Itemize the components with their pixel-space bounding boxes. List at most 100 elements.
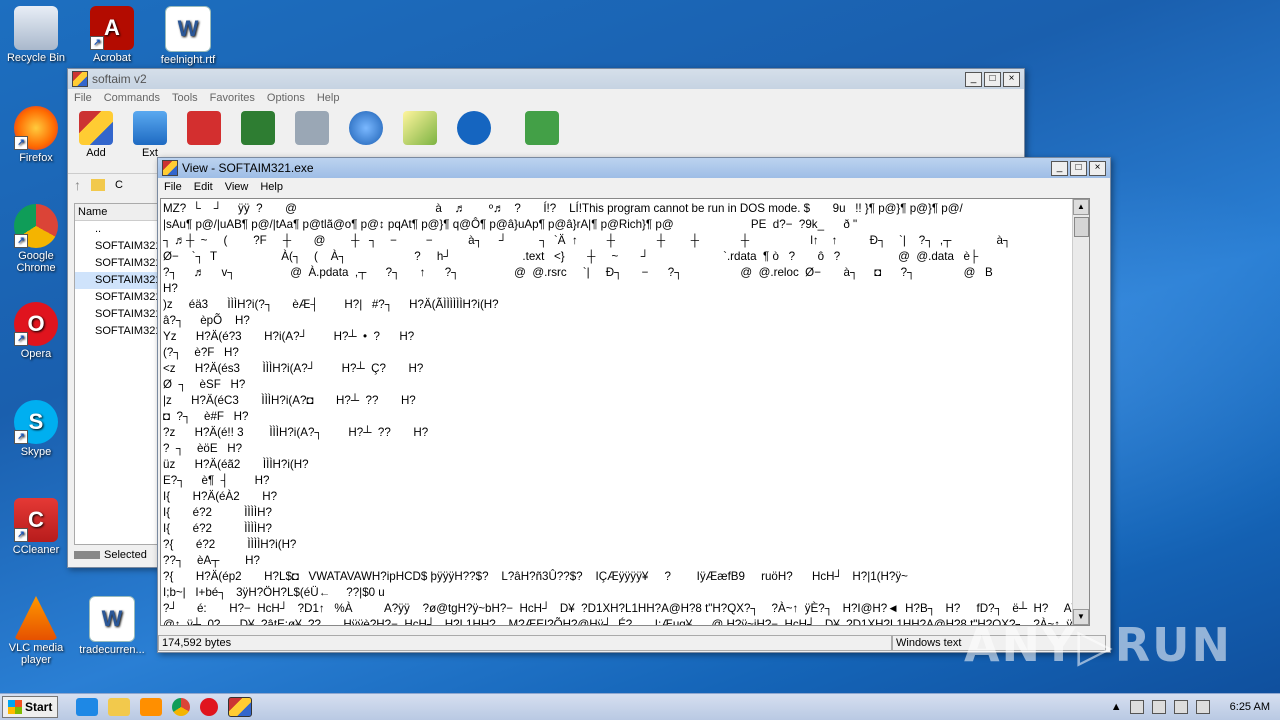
address-bar: ↑ C (74, 173, 156, 197)
viewer-line: MZ? └ ┘ ÿÿ ? @ à ♬ º♬ ? Í!? LÍ!This prog… (163, 202, 963, 215)
minimize-button[interactable]: _ (1051, 160, 1068, 176)
network-icon[interactable] (1151, 700, 1166, 714)
tray-expand-icon[interactable]: ▲ (1111, 701, 1122, 713)
desktop-icon-label: Skype (20, 446, 52, 458)
list-header-name[interactable]: Name (75, 204, 157, 221)
menu-help[interactable]: Help (311, 92, 346, 104)
menu-edit[interactable]: Edit (188, 181, 219, 193)
desktop-icon-tradecurrent[interactable]: W tradecurren... (76, 596, 148, 656)
desktop-icon-chrome[interactable]: ↗ Google Chrome (0, 204, 72, 274)
desktop-icon-recycle-bin[interactable]: Recycle Bin (0, 6, 72, 64)
vertical-scrollbar[interactable]: ▲ ▼ (1072, 199, 1089, 625)
viewer-line: I{ é?2 ÌÌÌÌH? (163, 506, 272, 519)
menu-file[interactable]: File (158, 181, 188, 193)
folder-icon (91, 179, 105, 191)
viewer-menubar: File Edit View Help (158, 178, 1110, 196)
menu-favorites[interactable]: Favorites (204, 92, 261, 104)
viewer-titlebar[interactable]: View - SOFTAIM321.exe _ □ × (158, 158, 1110, 178)
status-text: Selected (104, 549, 147, 561)
viewer-line: @↑ ÿ┴ 0? D¥ ?âtE:ø¥ ?? Hÿÿè?H?− HcH┘ H?L… (163, 618, 1090, 626)
desktop-icon-label: Firefox (19, 152, 53, 164)
viewer-line: Ø− `┐ T À(┐ ( À┐ ? h┘ .text <} ┼ ~ ┘ `.r… (163, 250, 979, 263)
maximize-button[interactable]: □ (1070, 160, 1087, 176)
status-size: 174,592 bytes (158, 635, 892, 651)
menu-options[interactable]: Options (261, 92, 311, 104)
folder-icon (133, 111, 167, 145)
viewer-line: |z H?Ä(éC3 ÌÌÌH?i(A?◘ H?┴ ?? H? (163, 394, 416, 407)
desktop-icon-opera[interactable]: O ↗ Opera (0, 302, 72, 360)
menu-help[interactable]: Help (254, 181, 289, 193)
desktop-icon-skype[interactable]: S ↗ Skype (0, 400, 72, 458)
find-button[interactable] (346, 111, 386, 147)
view-button[interactable] (238, 111, 278, 147)
add-label: Add (86, 147, 106, 159)
sfx-button[interactable] (522, 111, 562, 147)
start-button[interactable]: Start (2, 696, 59, 718)
desktop-icon-label: tradecurren... (79, 644, 145, 656)
desktop-icon-ccleaner[interactable]: C ↗ CCleaner (0, 498, 72, 556)
close-button[interactable]: × (1089, 160, 1106, 176)
list-item[interactable]: SOFTAIM321 (75, 272, 161, 289)
chrome-icon[interactable] (172, 698, 191, 716)
recycle-bin-icon (14, 6, 58, 50)
list-item[interactable]: SOFTAIM321 (75, 306, 161, 323)
opera-icon: O ↗ (14, 302, 58, 346)
menu-commands[interactable]: Commands (98, 92, 166, 104)
winrar-title: softaim v2 (92, 72, 147, 86)
test-button[interactable] (184, 111, 224, 147)
menu-tools[interactable]: Tools (166, 92, 204, 104)
viewer-line: ?z H?Ä(é!! 3 ÌÌÌH?i(A?┐ H?┴ ?? H? (163, 426, 429, 439)
viewer-line: I{ é?2 ÌÌÌÌH? (163, 522, 272, 535)
list-item[interactable]: SOFTAIM321 (75, 255, 161, 272)
extract-button[interactable]: Ext (130, 111, 170, 159)
clock[interactable]: 6:25 AM (1230, 701, 1270, 713)
tray-icon[interactable] (1129, 700, 1144, 714)
viewer-text-area[interactable]: MZ? └ ┘ ÿÿ ? @ à ♬ º♬ ? Í!? LÍ!This prog… (160, 198, 1090, 626)
desktop-icon-vlc[interactable]: VLC media player (0, 596, 72, 666)
close-button[interactable]: × (1003, 71, 1020, 87)
media-player-icon[interactable] (140, 698, 163, 716)
sfx-icon (525, 111, 559, 145)
viewer-line: Yz H?Ä(é?3 H?i(A?┘ H?┴ • ? H? (163, 330, 415, 343)
desktop-icon-acrobat[interactable]: A ↗ Acrobat (76, 6, 148, 64)
desktop-icon-label: Google Chrome (16, 250, 56, 274)
list-item[interactable]: SOFTAIM321 (75, 323, 161, 340)
opera-icon[interactable] (200, 698, 219, 716)
list-item[interactable]: SOFTAIM321 (75, 238, 161, 255)
vlc-icon (14, 596, 58, 640)
taskbar: Start ▲ 6:25 AM (0, 693, 1280, 720)
volume-icon[interactable] (1173, 700, 1188, 714)
magic-wand-icon (403, 111, 437, 145)
viewer-line: (?┐ è?F H? (163, 346, 239, 359)
viewer-line: ?┐ ♬ v┐ @ À.pdata ,┬ ?┐ ↑ ?┐ @ @.rsrc `|… (163, 266, 993, 279)
winrar-titlebar[interactable]: softaim v2 _ □ × (68, 69, 1024, 89)
viewer-line: ?┘ é: H?− HcH┘ ?D1↑ %À A?ÿÿ ?ø@tgH?ÿ~bH?… (163, 602, 1090, 615)
info-button[interactable] (454, 111, 494, 147)
viewer-title: View - SOFTAIM321.exe (182, 161, 314, 175)
minimize-button[interactable]: _ (965, 71, 982, 87)
delete-button[interactable] (292, 111, 332, 147)
menu-view[interactable]: View (219, 181, 255, 193)
desktop-icon-firefox[interactable]: ↗ Firefox (0, 106, 72, 164)
winrar-icon (162, 160, 178, 176)
word-document-icon: W (165, 6, 211, 52)
viewer-line: E?┐ è¶ ┤ H? (163, 474, 270, 487)
ie-icon[interactable] (76, 698, 99, 716)
list-item[interactable]: SOFTAIM321 (75, 289, 161, 306)
winrar-taskbar-icon[interactable] (228, 697, 253, 717)
viewer-line: I;b~| I+bé┐ 3ÿH?ÖH?L$(éÜ← ??|$0 u (163, 586, 385, 599)
flag-icon[interactable] (1195, 700, 1210, 714)
explorer-icon[interactable] (108, 698, 131, 716)
add-button[interactable]: Add (76, 111, 116, 159)
info-icon (457, 111, 491, 145)
up-arrow-icon[interactable]: ↑ (74, 177, 81, 193)
maximize-button[interactable]: □ (984, 71, 1001, 87)
scroll-thumb[interactable] (1074, 217, 1089, 237)
viewer-line: ? ┐ èöE H? (163, 442, 243, 455)
viewer-window[interactable]: View - SOFTAIM321.exe _ □ × File Edit Vi… (157, 157, 1111, 653)
list-item[interactable]: .. (75, 221, 157, 238)
wizard-button[interactable] (400, 111, 440, 147)
scroll-up-arrow-icon[interactable]: ▲ (1073, 199, 1089, 215)
desktop-icon-feelnight[interactable]: W feelnight.rtf (152, 6, 224, 66)
menu-file[interactable]: File (68, 92, 98, 104)
